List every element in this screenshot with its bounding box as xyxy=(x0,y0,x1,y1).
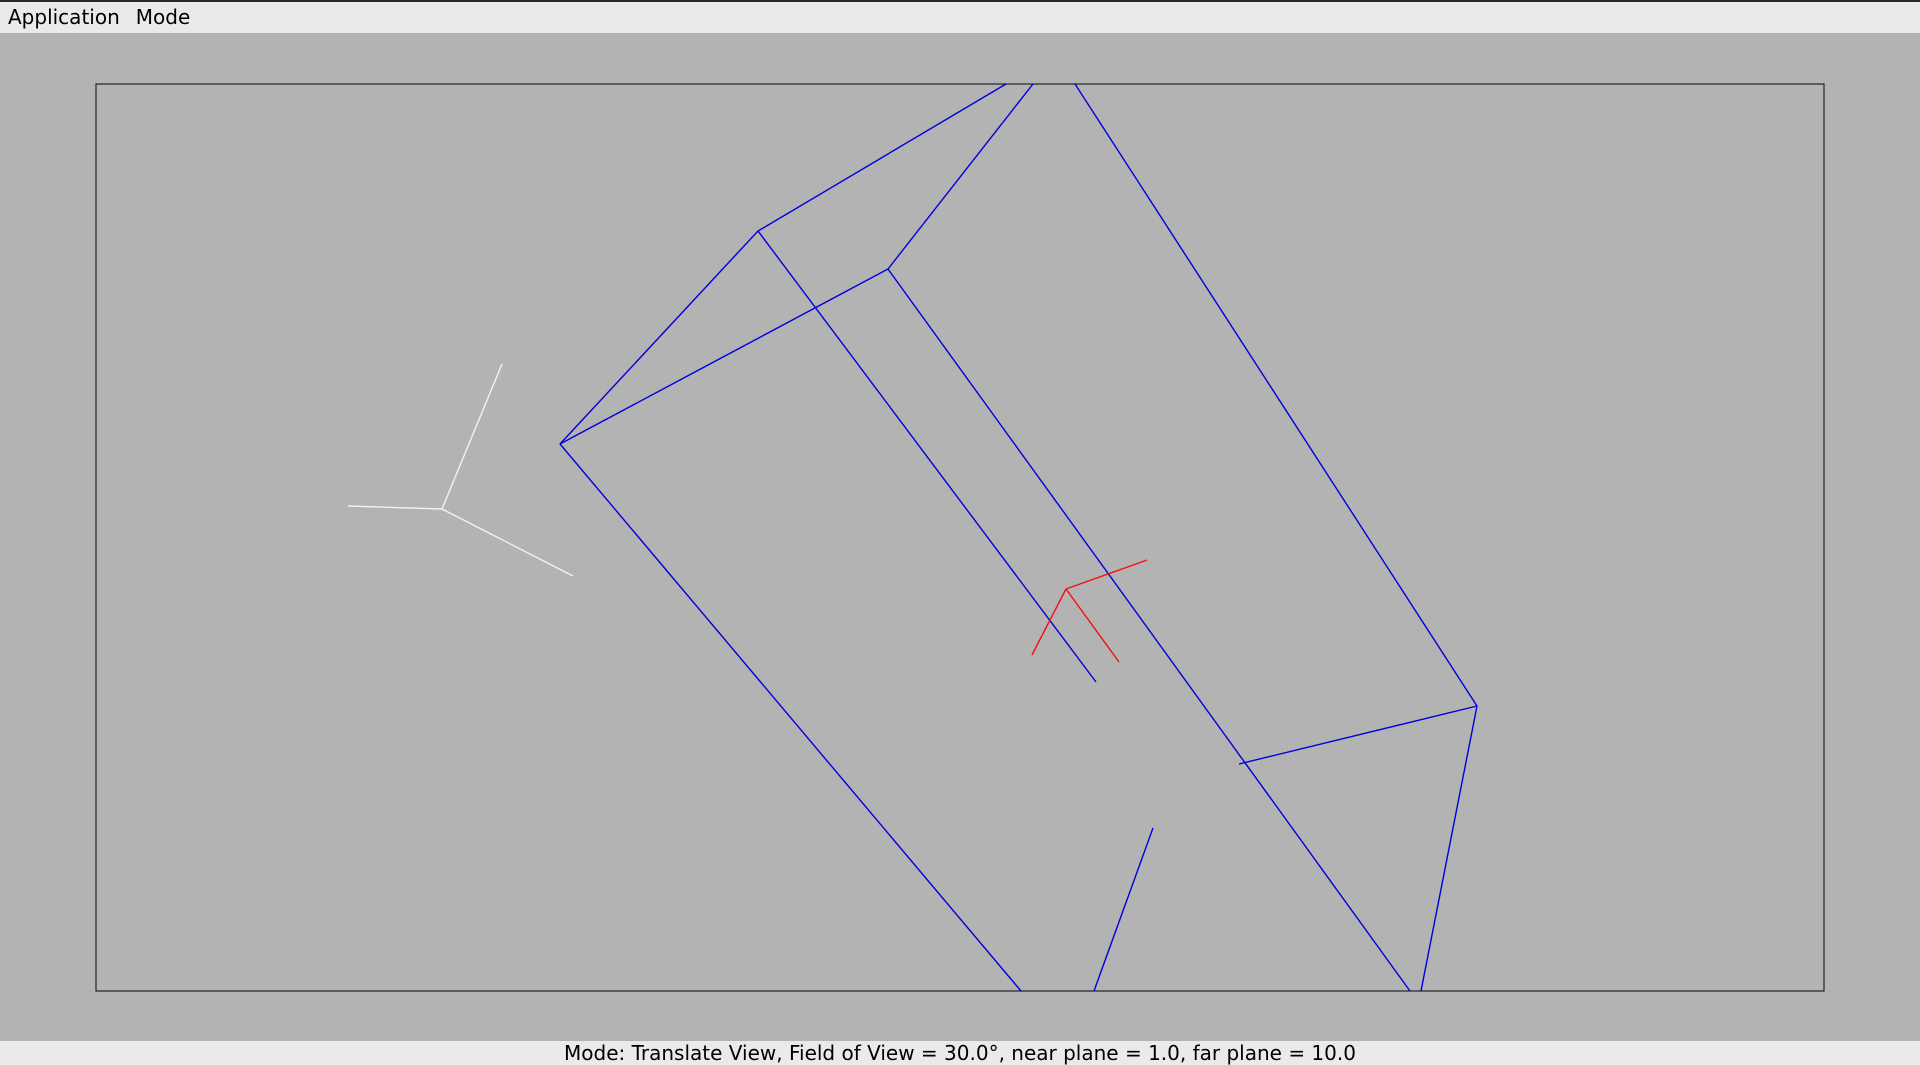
frustum-edge xyxy=(1074,83,1478,707)
object-axes xyxy=(1031,559,1148,663)
frustum-edge xyxy=(559,268,889,445)
menu-mode[interactable]: Mode xyxy=(128,2,199,33)
frustum-edge xyxy=(887,268,1411,992)
menu-application[interactable]: Application xyxy=(0,2,128,33)
3d-viewport[interactable] xyxy=(0,33,1920,1041)
frustum-edge xyxy=(1420,705,1478,992)
viewport-frame xyxy=(95,83,1825,992)
object-axis-y xyxy=(1065,588,1120,663)
frustum-edge xyxy=(757,230,1097,683)
object-axis-x xyxy=(1065,559,1148,590)
frustum-edge xyxy=(757,83,1007,232)
view-frustum xyxy=(559,83,1478,992)
world-axes xyxy=(347,363,574,577)
frustum-edge xyxy=(1238,705,1478,765)
menu-bar: Application Mode xyxy=(0,0,1920,33)
application-window: Application Mode Mode: Translate View, F… xyxy=(0,0,1920,1065)
frustum-edge xyxy=(559,443,1022,992)
object-axis-z xyxy=(1031,588,1067,656)
frustum-edge xyxy=(559,230,759,445)
world-axis-right xyxy=(441,508,574,577)
world-axis-left xyxy=(347,505,443,510)
frustum-edge xyxy=(1093,827,1154,992)
world-axis-up xyxy=(441,363,503,510)
status-bar: Mode: Translate View, Field of View = 30… xyxy=(0,1041,1920,1065)
